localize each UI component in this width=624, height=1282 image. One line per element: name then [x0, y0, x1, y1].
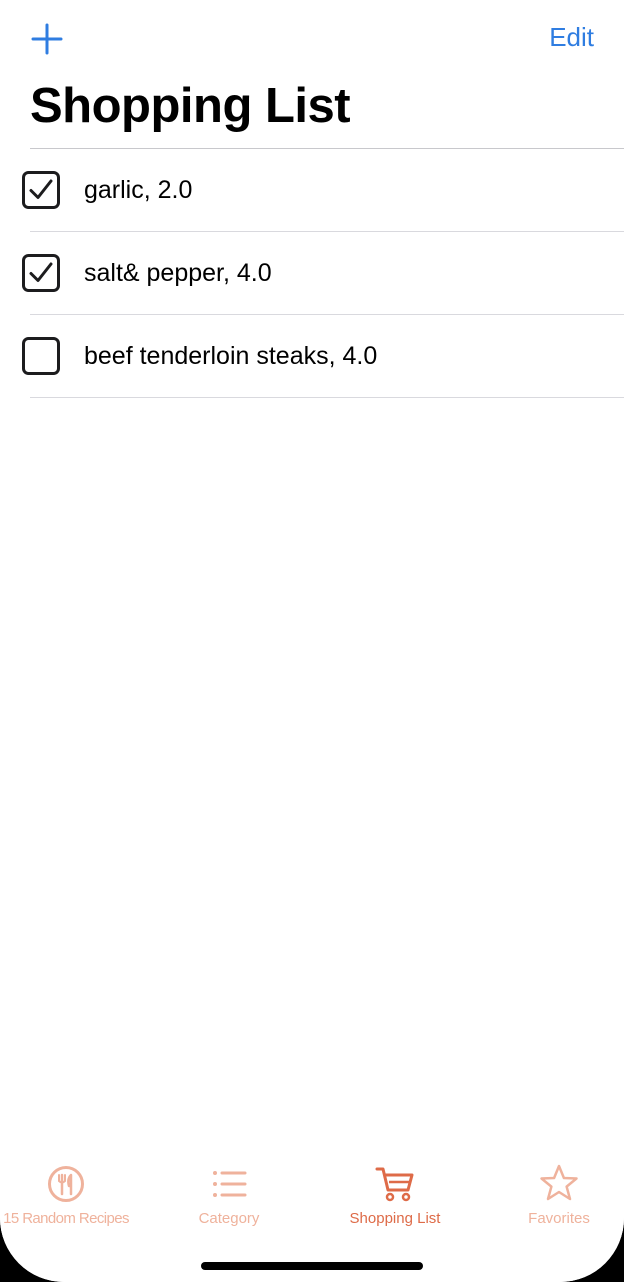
page-title: Shopping List	[30, 79, 351, 133]
app-screen: Edit Shopping List garlic, 2.0 salt& pep…	[0, 0, 624, 1282]
star-icon	[540, 1164, 578, 1201]
fork-knife-plate-icon	[48, 1166, 84, 1202]
tab-label: Favorites	[528, 1210, 590, 1227]
row-divider	[30, 397, 624, 398]
checkbox-checked-icon[interactable]	[22, 254, 60, 292]
tab-label: Shopping List	[349, 1210, 441, 1227]
checkbox-checked-icon[interactable]	[22, 171, 60, 209]
navigation-bar: Edit Shopping List	[0, 0, 624, 149]
edit-button[interactable]: Edit	[549, 20, 594, 54]
item-label: garlic, 2.0	[84, 176, 193, 204]
list-item[interactable]: salt& pepper, 4.0	[0, 232, 624, 315]
tab-shopping-list[interactable]: Shopping List	[316, 1152, 474, 1232]
tab-random-recipes[interactable]: 15 Random Recipes	[0, 1152, 132, 1232]
item-label: beef tenderloin steaks, 4.0	[84, 342, 378, 370]
checkbox-unchecked-icon[interactable]	[22, 337, 60, 375]
home-indicator	[201, 1262, 423, 1270]
cart-icon	[375, 1167, 414, 1202]
shopping-list: garlic, 2.0 salt& pepper, 4.0 beef tende…	[0, 149, 624, 398]
item-label: salt& pepper, 4.0	[84, 259, 272, 287]
tab-category[interactable]: Category	[150, 1152, 308, 1232]
plus-icon	[31, 23, 63, 55]
add-item-button[interactable]	[30, 22, 64, 56]
tab-favorites[interactable]: Favorites	[480, 1152, 624, 1232]
tab-label: Category	[198, 1210, 260, 1227]
list-icon	[213, 1171, 247, 1197]
list-item[interactable]: beef tenderloin steaks, 4.0	[0, 315, 624, 398]
tab-label: 15 Random Recipes	[3, 1210, 129, 1227]
list-item[interactable]: garlic, 2.0	[0, 149, 624, 232]
